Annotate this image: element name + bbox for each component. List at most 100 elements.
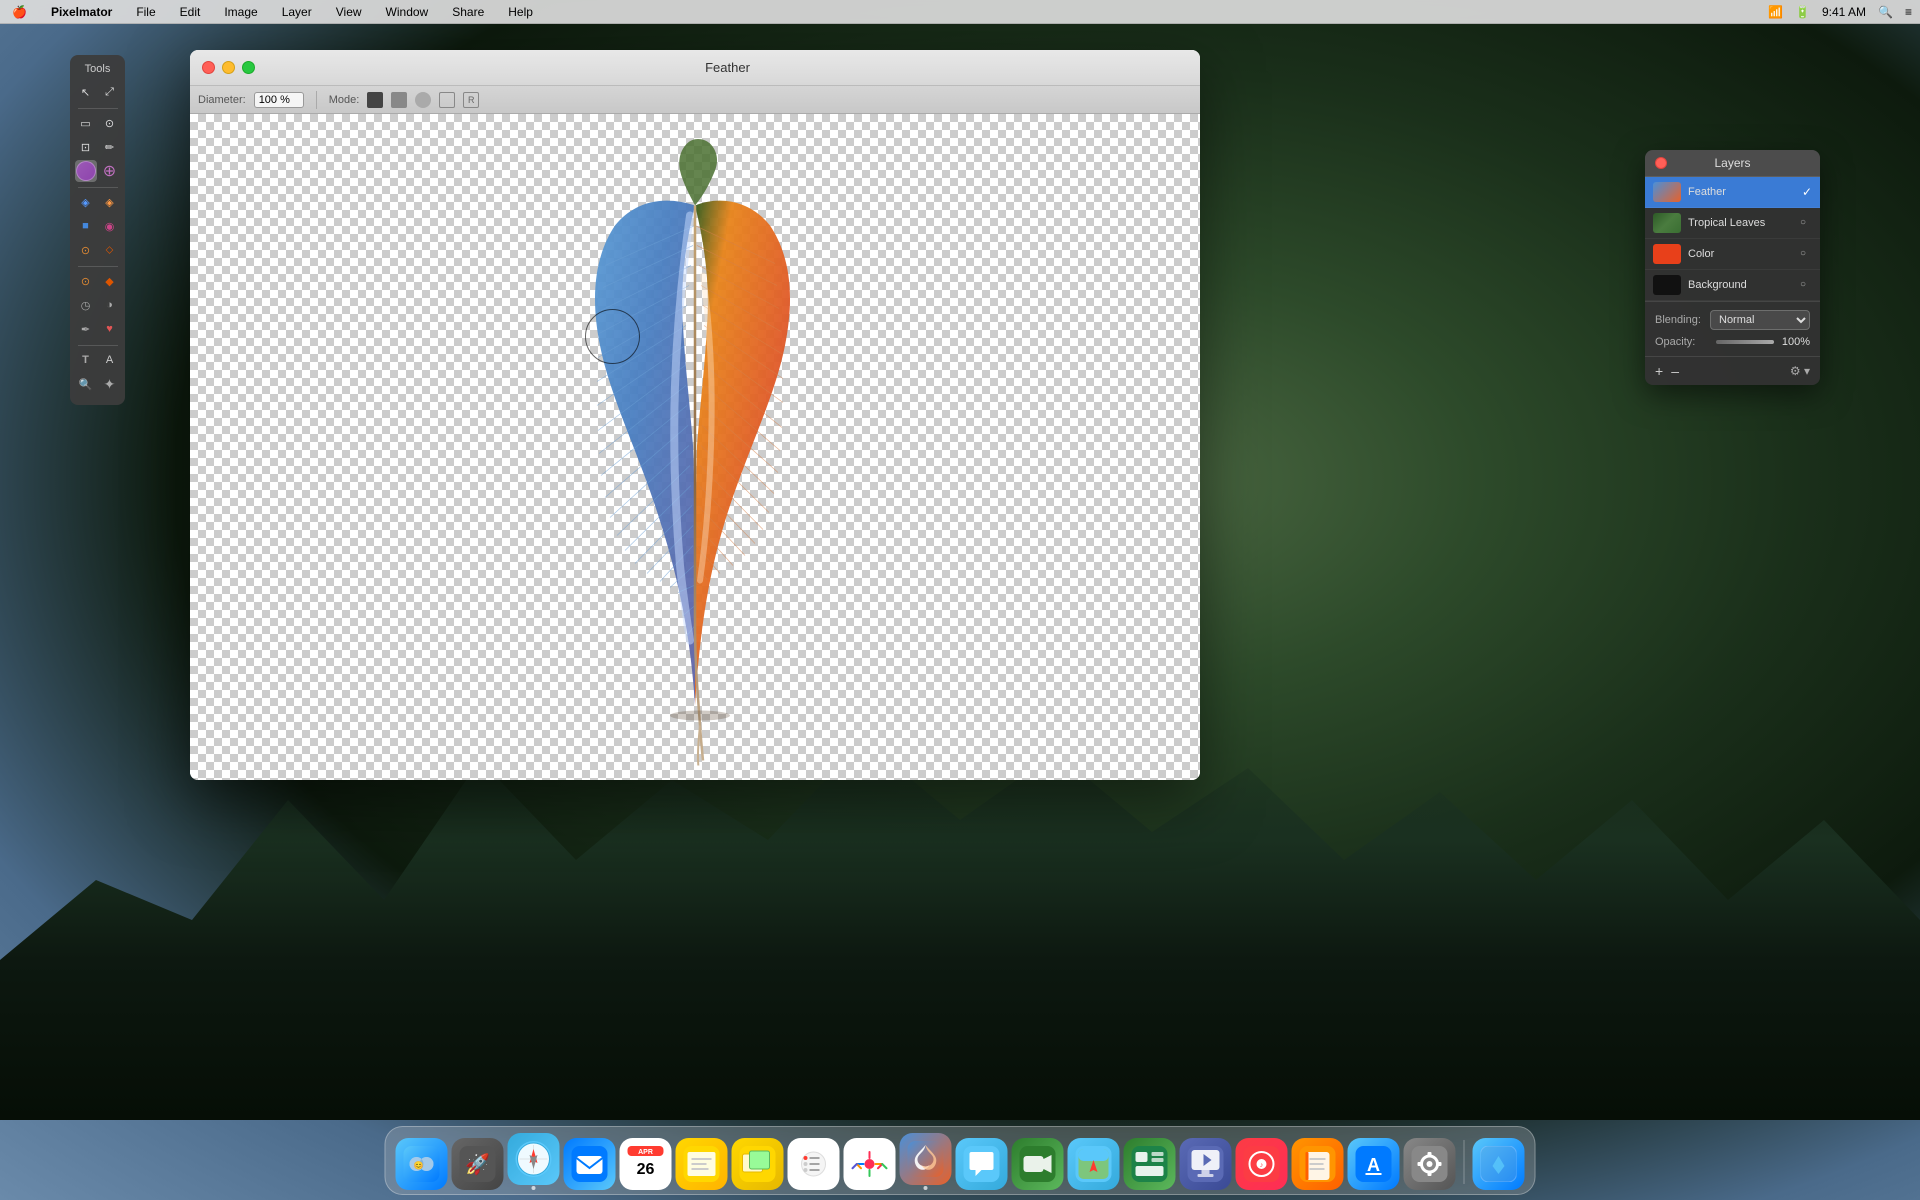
dock-item-finder[interactable]: 😊	[396, 1138, 448, 1190]
rectangle-select-tool[interactable]: ▭	[75, 112, 97, 134]
dock-item-keynote[interactable]	[1180, 1138, 1232, 1190]
blending-select[interactable]: Normal Multiply Screen Overlay Soft Ligh…	[1710, 310, 1810, 330]
view-menu[interactable]: View	[332, 5, 366, 19]
zoom-tool[interactable]: 🔍	[75, 373, 97, 395]
share-menu[interactable]: Share	[448, 5, 488, 19]
layer-item-feather[interactable]: Feather ✓	[1645, 177, 1820, 208]
apple-menu[interactable]: 🍎	[8, 5, 31, 19]
svg-text:A: A	[1367, 1155, 1380, 1175]
dock-icon-calendar: APR 26	[620, 1138, 672, 1190]
rectangle-shape-tool[interactable]: ■	[75, 215, 97, 237]
opacity-slider[interactable]	[1716, 340, 1774, 344]
edit-menu[interactable]: Edit	[176, 5, 205, 19]
tools-panel: Tools ↖ ⤢ ▭ ⊙ ⊡ ✏ ⊕ ◈ ◈ ■ ◉ ⊙ ⬦ ⊙ ◆ ◷ ◑	[70, 55, 125, 405]
dock-item-safari[interactable]	[508, 1133, 560, 1190]
mode-button-4[interactable]	[439, 92, 455, 108]
app-name-menu[interactable]: Pixelmator	[47, 5, 116, 19]
svg-text:26: 26	[637, 1161, 655, 1178]
control-icon[interactable]: ≡	[1905, 5, 1912, 19]
layer-menu[interactable]: Layer	[278, 5, 316, 19]
dock-icon-messages	[956, 1138, 1008, 1190]
canvas-toolbar: Diameter: Mode: R	[190, 86, 1200, 114]
dock-item-reminders[interactable]	[788, 1138, 840, 1190]
opacity-label: Opacity:	[1655, 336, 1710, 348]
layer-options-button[interactable]: ⚙ ▾	[1790, 364, 1810, 378]
dock-item-calendar[interactable]: APR 26	[620, 1138, 672, 1190]
dock-item-itunes[interactable]: ♪	[1236, 1138, 1288, 1190]
dock-item-facetime[interactable]	[1012, 1138, 1064, 1190]
color-picker-tool[interactable]: ◉	[99, 215, 121, 237]
toolbar-separator-1	[316, 91, 317, 109]
layers-panel-close-button[interactable]	[1655, 157, 1667, 169]
layer-thumbnail-feather	[1653, 182, 1681, 202]
dock-icon-finder: 😊	[396, 1138, 448, 1190]
layer-item-background[interactable]: Background ○	[1645, 270, 1820, 301]
mode-button-5[interactable]: R	[463, 92, 479, 108]
dock-item-stickies[interactable]	[732, 1138, 784, 1190]
dock-icon-notes	[676, 1138, 728, 1190]
dock-item-mail[interactable]	[564, 1138, 616, 1190]
dock-icon-itunes: ♪	[1236, 1138, 1288, 1190]
mode-button-3[interactable]	[415, 92, 431, 108]
layer-visibility-background[interactable]: ○	[1800, 279, 1812, 291]
pen-tool[interactable]: ✒	[75, 318, 97, 340]
brush-tool[interactable]	[75, 160, 97, 182]
dock-item-messages[interactable]	[956, 1138, 1008, 1190]
diameter-label: Diameter:	[198, 94, 246, 106]
layer-name-tropical: Tropical Leaves	[1688, 217, 1793, 229]
transform-tool[interactable]: ⤢	[99, 81, 121, 103]
type2-tool[interactable]: A	[99, 349, 121, 371]
image-menu[interactable]: Image	[220, 5, 261, 19]
layer-visibility-color[interactable]: ○	[1800, 248, 1812, 260]
text-tool[interactable]: T	[75, 349, 97, 371]
layer-visibility-tropical[interactable]: ○	[1800, 217, 1812, 229]
layer-thumbnail-tropical	[1653, 213, 1681, 233]
window-maximize-button[interactable]	[242, 61, 255, 74]
svg-text:🚀: 🚀	[465, 1152, 490, 1176]
diameter-input[interactable]	[254, 92, 304, 108]
mode-button-2[interactable]	[391, 92, 407, 108]
layers-panel-header: Layers	[1645, 150, 1820, 177]
canvas-area[interactable]	[190, 114, 1200, 780]
layer-item-color[interactable]: Color ○	[1645, 239, 1820, 270]
dock-item-pixelmator[interactable]	[900, 1133, 952, 1190]
window-menu[interactable]: Window	[382, 5, 433, 19]
heal-tool[interactable]: ⊕	[99, 160, 121, 182]
retouch-tool[interactable]: ◆	[99, 270, 121, 292]
heart-tool[interactable]: ♥	[99, 318, 121, 340]
dock-item-notes[interactable]	[676, 1138, 728, 1190]
dock-item-photos[interactable]	[844, 1138, 896, 1190]
window-close-button[interactable]	[202, 61, 215, 74]
add-layer-button[interactable]: +	[1655, 363, 1663, 379]
cursor-tool[interactable]: ↖	[75, 81, 97, 103]
distort-tool[interactable]: ◈	[75, 191, 97, 213]
dock-item-appstore[interactable]: A	[1348, 1138, 1400, 1190]
layer-item-tropical[interactable]: Tropical Leaves ○	[1645, 208, 1820, 239]
window-controls	[202, 61, 255, 74]
dock-icon-facetime	[1012, 1138, 1064, 1190]
lasso-tool[interactable]: ⊙	[99, 112, 121, 134]
paint-bucket-tool[interactable]: ⬦	[99, 239, 121, 261]
layer-visibility-feather[interactable]: ✓	[1802, 185, 1812, 199]
search-icon[interactable]: 🔍	[1878, 5, 1893, 19]
mode-button-1[interactable]	[367, 92, 383, 108]
dock-item-numbers[interactable]	[1124, 1138, 1176, 1190]
window-minimize-button[interactable]	[222, 61, 235, 74]
dock-item-downloads[interactable]	[1473, 1138, 1525, 1190]
dodge-tool[interactable]: ◷	[75, 294, 97, 316]
dock-item-launchpad[interactable]: 🚀	[452, 1138, 504, 1190]
file-menu[interactable]: File	[132, 5, 159, 19]
crop-tool[interactable]: ⊡	[75, 136, 97, 158]
dock-item-maps[interactable]	[1068, 1138, 1120, 1190]
dock-item-sysprefs[interactable]	[1404, 1138, 1456, 1190]
burn-tool[interactable]: ◑	[99, 294, 121, 316]
eyedropper-tool[interactable]: ✦	[99, 373, 121, 395]
tool-divider-3	[78, 266, 118, 267]
remove-layer-button[interactable]: –	[1671, 363, 1679, 379]
clone-tool[interactable]: ⊙	[75, 270, 97, 292]
dock-item-ibooks[interactable]	[1292, 1138, 1344, 1190]
gradient-tool[interactable]: ⊙	[75, 239, 97, 261]
sharpen-tool[interactable]: ◈	[99, 191, 121, 213]
help-menu[interactable]: Help	[504, 5, 537, 19]
erase-tool[interactable]: ✏	[99, 136, 121, 158]
